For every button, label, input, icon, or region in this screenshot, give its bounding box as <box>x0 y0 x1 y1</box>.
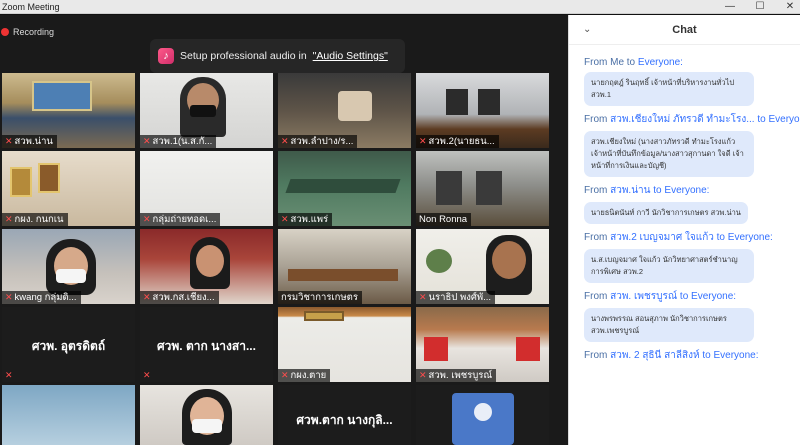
video-tile[interactable]: ศวพ. อุตรดิตถ์ ✕ <box>2 307 135 382</box>
chat-from-line: From สวพ.น่าน to Everyone: <box>584 185 710 196</box>
recording-indicator[interactable]: Recording <box>0 27 54 37</box>
mic-muted-icon: ✕ <box>143 136 151 146</box>
mic-muted-icon: ✕ <box>143 292 151 302</box>
participant-name: ✕ สวพ.ลำปาง/ร... <box>278 135 358 148</box>
chat-title: Chat <box>672 23 697 36</box>
participant-name: ✕ kwang กลุ่มดิ... <box>2 291 81 304</box>
video-tile[interactable]: ✕ กผง. กนกเน <box>2 151 135 226</box>
video-tile[interactable]: ✕ สวพ.ลำปาง/ร... <box>278 73 411 148</box>
mic-muted-icon: ✕ <box>143 214 151 224</box>
participant-name: ✕ <box>140 369 155 382</box>
video-tile[interactable]: ✕ สวพ. เพชรบูรณ์ <box>416 307 549 382</box>
record-dot-icon <box>1 28 9 36</box>
chat-from-line: From สวพ.2 เบญจมาศ ใจแก้ว to Everyone: <box>584 232 773 243</box>
video-tile[interactable]: Non Ronna <box>416 151 549 226</box>
video-tile[interactable]: กรมวิชาการเกษตร <box>278 229 411 304</box>
mic-muted-icon: ✕ <box>281 370 289 380</box>
video-grid: ✕ สวพ.น่าน ✕ สวพ.1(น.ส.กั... ✕ สวพ.ลำปาง/ร.… <box>2 73 550 445</box>
participant-name: ✕ สวพ. เพชรบูรณ์ <box>416 369 497 382</box>
participant-name: ✕ สวพ.1(น.ส.กั... <box>140 135 217 148</box>
chat-message: From สวพ.เชียงใหม่ ภัทรวดี ทำมะโรง... to… <box>584 112 800 177</box>
video-tile[interactable]: ✕ สวพ.1(น.ส.กั... <box>140 73 273 148</box>
mic-muted-icon: ✕ <box>143 370 151 380</box>
participant-name: ✕ สวพ.2(นายธน... <box>416 135 499 148</box>
video-tile[interactable]: ✕ สวพ.น่าน <box>2 73 135 148</box>
video-tile[interactable]: ✕ สวพ.แพร่ <box>278 151 411 226</box>
close-button[interactable]: ✕ <box>784 1 796 12</box>
mic-muted-icon: ✕ <box>419 292 427 302</box>
video-tile[interactable] <box>416 385 549 445</box>
participant-display-name: ศวพ. ตาก นางสา... <box>157 339 256 353</box>
participant-name: ✕ กผง.ตาย <box>278 369 331 382</box>
participant-name: ✕ สวพ.แพร่ <box>278 213 333 226</box>
window-titlebar: Zoom Meeting — ☐ ✕ <box>0 0 800 14</box>
meeting-area: Recording ♪ Setup professional audio in … <box>0 15 568 445</box>
participant-name: ✕ นราธิป พงศ์พั... <box>416 291 496 304</box>
chevron-down-icon[interactable]: ⌄ <box>583 24 591 35</box>
chat-bubble: สวพ.เชียงใหม่ (นางสาวภัทรวดี ทำมะโรงแก้ว… <box>584 131 754 177</box>
video-tile[interactable]: ✕ สวพ.กส.เชียง... <box>140 229 273 304</box>
video-tile[interactable]: ✕ นราธิป พงศ์พั... <box>416 229 549 304</box>
mic-muted-icon: ✕ <box>419 370 427 380</box>
chat-messages: From Me to Everyone: นายกฤตฎ์ รินฤทธิ์ เ… <box>569 45 800 363</box>
participant-name: ✕ กผง. กนกเน <box>2 213 68 226</box>
chat-bubble: น.ส.เบญจมาศ ใจแก้ว นักวิทยาศาสตร์ชำนาญกา… <box>584 249 754 283</box>
mic-muted-icon: ✕ <box>5 370 13 380</box>
participant-name: ✕ <box>2 369 17 382</box>
chat-from-line: From Me to Everyone: <box>584 57 683 68</box>
chat-bubble: นางพรพรรณ สอนสุภาพ นักวิชาการเกษตร สวพ.เ… <box>584 308 754 342</box>
chat-from-line: From สวพ. เพชรบูรณ์ to Everyone: <box>584 291 737 302</box>
mic-muted-icon: ✕ <box>5 214 13 224</box>
video-tile[interactable] <box>2 385 135 445</box>
participant-display-name: ศวพ. อุตรดิตถ์ <box>31 339 106 353</box>
chat-message: From สวพ. 2 สุธินี สาลีสิงห์ to Everyone… <box>584 348 800 363</box>
music-note-icon: ♪ <box>158 48 174 64</box>
recording-label: Recording <box>13 27 55 37</box>
video-tile[interactable]: ✕ กลุ่มถ่ายทอดเ... <box>140 151 273 226</box>
video-tile[interactable] <box>140 385 273 445</box>
video-tile[interactable]: ✕ สวพ.2(นายธน... <box>416 73 549 148</box>
chat-bubble: นายธนิตนันท์ กาวี นักวิชาการเกษตร สวพ.น่… <box>584 202 748 224</box>
mic-muted-icon: ✕ <box>281 214 289 224</box>
window-title: Zoom Meeting <box>2 1 60 12</box>
participant-name: ✕ สวพ.กส.เชียง... <box>140 291 219 304</box>
audio-settings-tip: ♪ Setup professional audio in "Audio Set… <box>150 39 405 73</box>
mic-muted-icon: ✕ <box>5 136 13 146</box>
participant-name: ✕ สวพ.น่าน <box>2 135 57 148</box>
video-tile[interactable]: ศวพ. ตาก นางสา... ✕ <box>140 307 273 382</box>
chat-message: From Me to Everyone: นายกฤตฎ์ รินฤทธิ์ เ… <box>584 57 800 106</box>
participant-name: กรมวิชาการเกษตร <box>278 291 362 304</box>
chat-message: From สวพ.2 เบญจมาศ ใจแก้ว to Everyone: น… <box>584 230 800 283</box>
audio-tip-text: Setup professional audio in <box>180 50 307 62</box>
mic-muted-icon: ✕ <box>281 136 289 146</box>
participant-name: ✕ กลุ่มถ่ายทอดเ... <box>140 213 221 226</box>
video-tile-active-speaker[interactable]: ✕ กผง.ตาย <box>278 307 411 382</box>
participant-name: Non Ronna <box>416 213 472 226</box>
chat-header: ⌄ Chat <box>569 15 800 45</box>
video-tile[interactable]: ศวพ.ตาก นางกุลิ... <box>278 385 411 445</box>
chat-from-line: From สวพ. 2 สุธินี สาลีสิงห์ to Everyone… <box>584 350 759 361</box>
chat-panel: ⌄ Chat From Me to Everyone: นายกฤตฎ์ ริน… <box>568 15 800 445</box>
mic-muted-icon: ✕ <box>419 136 427 146</box>
audio-settings-link[interactable]: "Audio Settings" <box>313 50 388 62</box>
maximize-button[interactable]: ☐ <box>754 1 766 12</box>
video-tile[interactable]: ✕ kwang กลุ่มดิ... <box>2 229 135 304</box>
participant-display-name: ศวพ.ตาก นางกุลิ... <box>296 413 393 427</box>
chat-from-line: From สวพ.เชียงใหม่ ภัทรวดี ทำมะโรง... to… <box>584 114 800 125</box>
avatar-head-icon <box>474 403 492 421</box>
minimize-button[interactable]: — <box>724 1 736 12</box>
chat-message: From สวพ. เพชรบูรณ์ to Everyone: นางพรพร… <box>584 289 800 342</box>
mic-muted-icon: ✕ <box>5 292 13 302</box>
chat-bubble: นายกฤตฎ์ รินฤทธิ์ เจ้าหน้าที่บริหารงานทั… <box>584 72 754 106</box>
chat-message: From สวพ.น่าน to Everyone: นายธนิตนันท์ … <box>584 183 800 224</box>
